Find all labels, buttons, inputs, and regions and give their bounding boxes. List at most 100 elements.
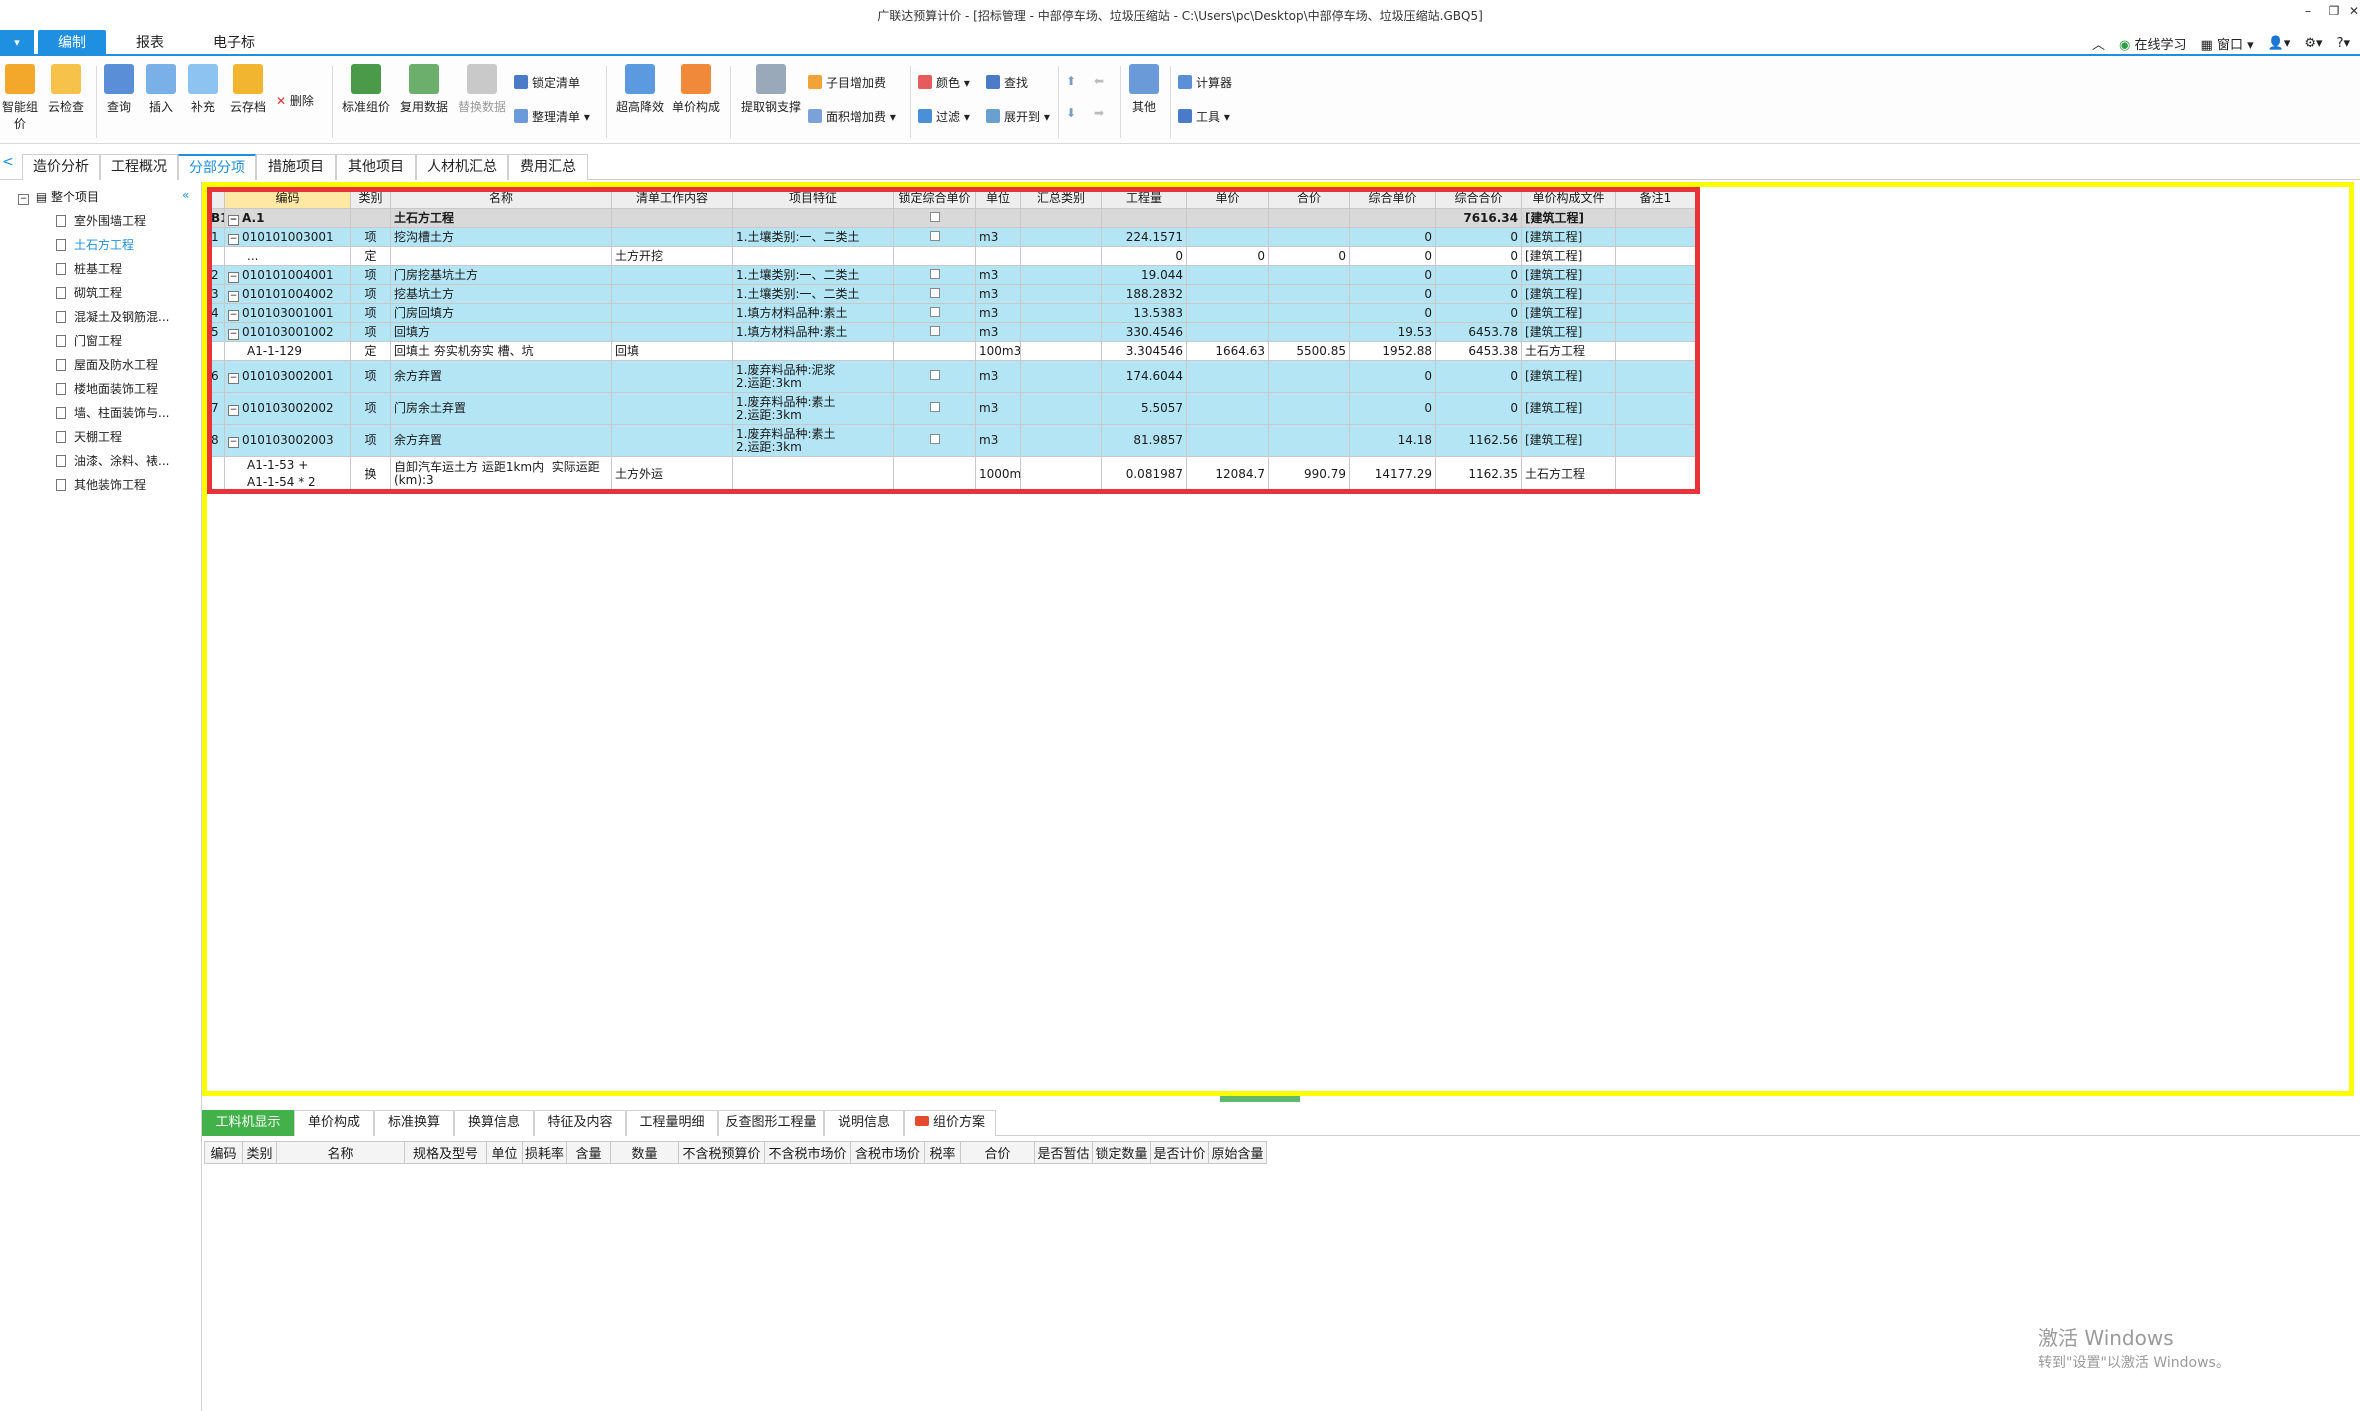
cloud-save-button[interactable]: 云存档 xyxy=(226,64,270,115)
replace-data-button[interactable]: 替换数据 xyxy=(454,64,510,115)
other-button[interactable]: 其他 xyxy=(1124,64,1164,115)
tab-bianzhi[interactable]: 编制 xyxy=(38,30,106,56)
move-up-icon[interactable]: ⬆ xyxy=(1066,74,1076,88)
calculator-icon xyxy=(1178,75,1192,89)
query-button[interactable]: 查询 xyxy=(102,64,136,115)
right-tools: ︿ ◉ 在线学习 ▦ 窗口 ▾ 👤▾ ⚙▾ ?▾ xyxy=(2092,34,2350,53)
folder-icon: ▤ xyxy=(35,190,48,204)
tree-item-selected[interactable]: 土石方工程 xyxy=(56,236,134,253)
organize-list-button[interactable]: 整理清单 ▾ xyxy=(514,108,590,125)
column-header[interactable]: 锁定数量 xyxy=(1092,1141,1152,1164)
tree-item[interactable]: 天棚工程 xyxy=(56,428,122,445)
tab-pricing-scheme[interactable]: 组价方案 xyxy=(904,1110,996,1136)
tree-item[interactable]: 屋面及防水工程 xyxy=(56,356,158,373)
calculator-button[interactable]: 计算器 xyxy=(1178,74,1232,91)
window-menu-button[interactable]: ▦ 窗口 ▾ xyxy=(2201,34,2254,53)
column-header[interactable]: 含量 xyxy=(566,1141,612,1164)
column-header[interactable]: 不含税预算价 xyxy=(678,1141,766,1164)
tab-features-content[interactable]: 特征及内容 xyxy=(534,1110,626,1136)
column-header[interactable]: 税率 xyxy=(924,1141,962,1164)
tab-measure-items[interactable]: 措施项目 xyxy=(256,154,336,180)
tab-dianzibiao[interactable]: 电子标 xyxy=(196,30,272,56)
move-right-icon[interactable]: ➡ xyxy=(1094,106,1104,120)
tree-item[interactable]: 门窗工程 xyxy=(56,332,122,349)
supplement-button[interactable]: 补充 xyxy=(186,64,220,115)
settings-icon[interactable]: ⚙▾ xyxy=(2304,36,2322,51)
tree-item[interactable]: 墙、柱面装饰与... xyxy=(56,404,169,421)
tree-item[interactable]: 桩基工程 xyxy=(56,260,122,277)
minimize-icon[interactable]: – xyxy=(2296,4,2320,18)
column-header[interactable]: 名称 xyxy=(276,1141,405,1164)
cloud-check-button[interactable]: 云检查 xyxy=(46,64,86,115)
close-icon[interactable]: ✕ xyxy=(2342,4,2360,18)
subitem-add-fee-button[interactable]: 子目增加费 xyxy=(808,74,886,91)
find-button[interactable]: 查找 xyxy=(986,74,1028,91)
tree-item[interactable]: 其他装饰工程 xyxy=(56,476,146,493)
tree-root[interactable]: − ▤ 整个项目 xyxy=(18,188,99,205)
column-header[interactable]: 原始含量 xyxy=(1208,1141,1268,1164)
column-header[interactable]: 是否计价 xyxy=(1150,1141,1210,1164)
smart-price-icon xyxy=(5,64,35,94)
super-high-button[interactable]: 超高降效 xyxy=(612,64,668,115)
lock-list-button[interactable]: 锁定清单 xyxy=(514,74,580,91)
online-icon: ◉ xyxy=(2119,38,2131,53)
online-learning-button[interactable]: ◉ 在线学习 xyxy=(2119,34,2187,53)
reuse-data-button[interactable]: 复用数据 xyxy=(396,64,452,115)
color-button[interactable]: 颜色 ▾ xyxy=(918,74,970,91)
document-icon xyxy=(56,239,66,251)
column-header[interactable]: 不含税市场价 xyxy=(764,1141,852,1164)
super-high-icon xyxy=(625,64,655,94)
column-header[interactable]: 是否暂估 xyxy=(1034,1141,1094,1164)
delete-button[interactable]: ✕ 删除 xyxy=(276,92,314,109)
tab-quantity-detail[interactable]: 工程量明细 xyxy=(626,1110,718,1136)
expand-to-button[interactable]: 展开到 ▾ xyxy=(986,108,1050,125)
collapse-left-icon[interactable]: < xyxy=(2,154,14,170)
tab-conversion-info[interactable]: 换算信息 xyxy=(454,1110,534,1136)
tab-labor-material-summary[interactable]: 人材机汇总 xyxy=(416,154,508,180)
tab-cost-analysis[interactable]: 造价分析 xyxy=(22,154,100,180)
tree-item[interactable]: 砌筑工程 xyxy=(56,284,122,301)
area-add-fee-button[interactable]: 面积增加费 ▾ xyxy=(808,108,896,125)
tools-button[interactable]: 工具 ▾ xyxy=(1178,108,1230,125)
collapse-panel-icon[interactable]: « xyxy=(182,188,189,202)
column-header[interactable]: 损耗率 xyxy=(521,1141,568,1164)
filter-button[interactable]: 过滤 ▾ xyxy=(918,108,970,125)
tree-item[interactable]: 混凝土及钢筋混... xyxy=(56,308,169,325)
splitter-handle[interactable] xyxy=(1220,1096,1300,1102)
help-icon[interactable]: ?▾ xyxy=(2337,36,2350,51)
ribbon: 智能组价 云检查 查询 插入 补充 云存档 ✕ 删除 标准组价 复用数据 替换数… xyxy=(0,58,2360,144)
tree-item[interactable]: 油漆、涂料、裱... xyxy=(56,452,169,469)
tree-item[interactable]: 楼地面装饰工程 xyxy=(56,380,158,397)
tab-description-info[interactable]: 说明信息 xyxy=(824,1110,904,1136)
app-menu-button[interactable]: ▾ xyxy=(0,30,34,56)
tab-division-items[interactable]: 分部分项 xyxy=(178,154,256,180)
tab-reverse-graphic-quantity[interactable]: 反查图形工程量 xyxy=(718,1110,824,1136)
tab-unit-price-composition[interactable]: 单价构成 xyxy=(294,1110,374,1136)
move-left-icon[interactable]: ⬅ xyxy=(1094,74,1104,88)
tab-standard-conversion[interactable]: 标准换算 xyxy=(374,1110,454,1136)
tab-baobiao[interactable]: 报表 xyxy=(116,30,184,56)
user-icon[interactable]: 👤▾ xyxy=(2268,36,2291,51)
collapse-ribbon-icon[interactable]: ︿ xyxy=(2092,34,2105,53)
standard-price-button[interactable]: 标准组价 xyxy=(338,64,394,115)
tab-project-overview[interactable]: 工程概况 xyxy=(100,154,178,180)
column-header[interactable]: 合价 xyxy=(960,1141,1036,1164)
collapse-icon[interactable]: − xyxy=(18,194,29,205)
column-header[interactable]: 类别 xyxy=(242,1141,277,1164)
column-header[interactable]: 单位 xyxy=(486,1141,523,1164)
column-header[interactable]: 编码 xyxy=(204,1141,243,1164)
smart-price-button[interactable]: 智能组价 xyxy=(0,64,40,132)
ribbon-separator xyxy=(332,66,333,138)
extract-steel-support-button[interactable]: 提取钢支撑 xyxy=(736,64,806,115)
insert-button[interactable]: 插入 xyxy=(144,64,178,115)
column-header[interactable]: 规格及型号 xyxy=(404,1141,487,1164)
tab-labor-material-display[interactable]: 工料机显示 xyxy=(202,1110,294,1136)
unit-price-composition-button[interactable]: 单价构成 xyxy=(668,64,724,115)
column-header[interactable]: 含税市场价 xyxy=(850,1141,926,1164)
ribbon-separator xyxy=(1120,66,1121,138)
tree-item[interactable]: 室外围墙工程 xyxy=(56,212,146,229)
move-down-icon[interactable]: ⬇ xyxy=(1066,106,1076,120)
column-header[interactable]: 数量 xyxy=(610,1141,680,1164)
tab-other-items[interactable]: 其他项目 xyxy=(336,154,416,180)
tab-fee-summary[interactable]: 费用汇总 xyxy=(508,154,588,180)
